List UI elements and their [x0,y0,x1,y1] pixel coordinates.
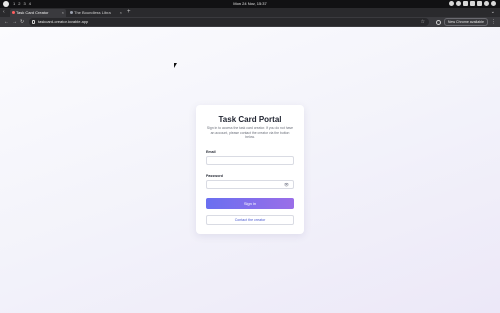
url-text[interactable]: taskcard-creator.lovable.app [38,18,88,26]
tab-task-card-creator[interactable]: Task Card Creator × [10,9,66,17]
tab-title: The Boundless Libra [74,10,111,15]
page-title: Task Card Portal [218,115,282,124]
address-bar[interactable]: taskcard-creator.lovable.app ☆ [29,18,429,26]
kebab-menu-icon[interactable]: ⋮ [491,19,496,25]
tab-boundless-libra[interactable]: The Boundless Libra × [68,9,124,17]
sign-in-button[interactable]: Sign in [206,198,294,209]
tab-title: Task Card Creator [16,10,49,15]
power-icon[interactable] [491,1,496,6]
star-icon[interactable]: ☆ [421,18,425,26]
forward-icon[interactable]: → [12,18,17,26]
app-tray-icon[interactable] [463,1,468,6]
page-viewport: Task Card Portal Sign in to access the t… [0,27,500,313]
email-field[interactable] [206,156,294,165]
eye-icon[interactable]: 👁 [284,182,289,187]
favicon-icon [12,11,15,14]
volume-icon[interactable] [484,1,489,6]
battery-icon[interactable] [477,1,482,6]
login-subtitle: Sign in to access the task card creator.… [206,126,294,140]
chrome-tray-icon[interactable] [456,1,461,6]
tab-search-icon[interactable]: ‹ [3,9,5,15]
lock-icon[interactable] [32,20,35,24]
os-clock[interactable]: Mon 24 Nov, 15:37 [0,0,500,8]
contact-creator-button[interactable]: Contact the creator [206,215,294,225]
back-icon[interactable]: ← [4,18,9,26]
chrome-update-button[interactable]: New Chrome available [443,18,488,26]
password-field[interactable]: 👁 [206,180,294,189]
tab-list-icon[interactable]: ⌄ [491,8,495,17]
os-top-bar: 1 2 3 4 Mon 24 Nov, 15:37 [0,0,500,8]
toolbar-right: New Chrome available ⋮ [435,18,496,26]
new-tab-button[interactable]: + [127,8,131,17]
close-icon[interactable]: × [62,9,64,17]
browser-tab-strip: ‹ Task Card Creator × The Boundless Libr… [0,8,500,17]
keyboard-icon[interactable] [470,1,475,6]
browser-toolbar: ← → ↻ taskcard-creator.lovable.app ☆ New… [0,17,500,27]
reload-icon[interactable]: ↻ [20,18,24,26]
login-card: Task Card Portal Sign in to access the t… [196,105,304,234]
favicon-icon [70,11,73,14]
extension-icon[interactable] [435,19,441,25]
system-tray [449,1,496,6]
network-icon[interactable] [449,1,454,6]
password-label: Password [206,174,223,178]
mouse-cursor-icon [174,63,177,68]
close-icon[interactable]: × [120,9,122,17]
email-label: Email [206,150,216,154]
